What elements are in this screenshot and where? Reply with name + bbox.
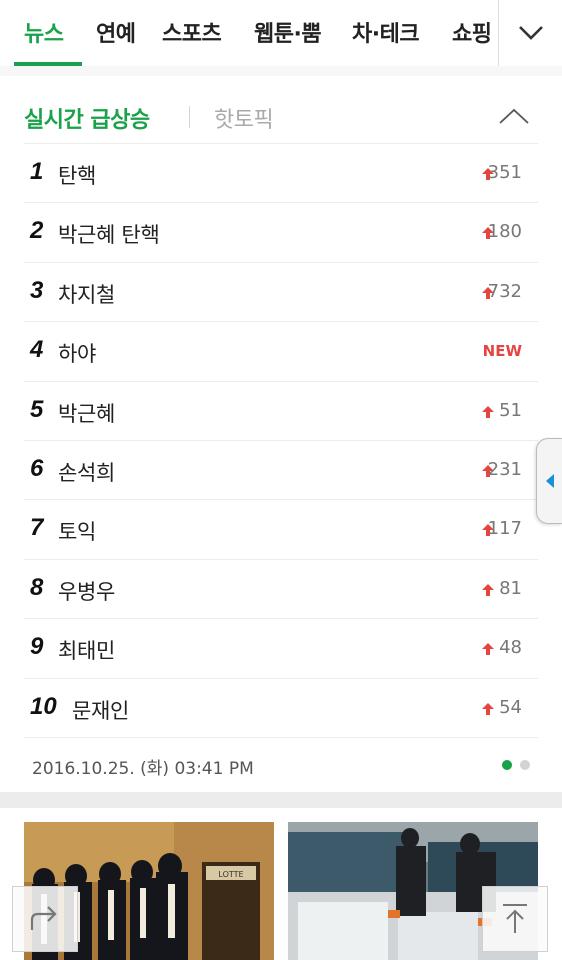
collapse-button[interactable] — [494, 98, 534, 134]
rank-keyword: 하야 — [58, 342, 97, 367]
tab-webtoon[interactable]: 웹툰·뿜 — [254, 16, 322, 48]
rank-number: 7 — [30, 514, 44, 542]
rank-keyword: 최태민 — [58, 639, 116, 664]
tab-news[interactable]: 뉴스 — [24, 16, 64, 48]
page-dot[interactable] — [520, 760, 530, 770]
tab-car-tech[interactable]: 차·테크 — [352, 16, 420, 48]
page-indicator — [502, 760, 530, 770]
list-item[interactable]: 4 하야 NEW — [24, 322, 538, 382]
rank-change-value: 117 — [487, 518, 522, 540]
updated-timestamp: 2016.10.25. (화) 03:41 PM — [32, 759, 254, 779]
tab-shopping[interactable]: 쇼핑 — [452, 16, 492, 48]
rank-change-value: 351 — [487, 162, 522, 183]
rank-keyword: 문재인 — [72, 698, 130, 723]
tab-entertainment[interactable]: 연예 — [96, 16, 136, 48]
arrow-left-icon — [545, 474, 554, 488]
trending-section-tabs: 실시간 급상승 핫토픽 — [24, 96, 538, 144]
trending-keyword-list: 1 탄핵 351 2 박근혜 탄핵 180 3 차지철 732 4 하야 NEW… — [24, 144, 538, 738]
chevron-down-icon — [518, 26, 543, 40]
expand-menu-button[interactable] — [498, 0, 562, 66]
scroll-top-button[interactable] — [482, 886, 548, 952]
rank-keyword: 박근혜 탄핵 — [58, 223, 160, 248]
rank-number: 3 — [30, 276, 44, 304]
share-button[interactable] — [12, 886, 78, 952]
rank-number: 9 — [30, 633, 44, 661]
rank-number: 10 — [30, 692, 57, 720]
rank-keyword: 우병우 — [58, 579, 116, 604]
rank-change-value: 180 — [487, 221, 522, 243]
rank-keyword: 탄핵 — [58, 164, 97, 188]
rank-change-value: 54 — [499, 696, 522, 718]
list-item[interactable]: 5 박근혜 51 — [24, 382, 538, 441]
list-item[interactable]: 6 손석희 231 — [24, 441, 538, 501]
podium-sign-text: LOTTE — [218, 870, 243, 879]
rank-change-value: 732 — [487, 280, 522, 302]
category-tabs: 뉴스 연예 스포츠 웹툰·뿜 차·테크 쇼핑 — [0, 0, 500, 66]
tab-realtime-rising[interactable]: 실시간 급상승 — [24, 102, 150, 134]
rank-keyword: 토익 — [58, 520, 97, 545]
scroll-top-icon — [503, 904, 527, 933]
rank-change-value: 51 — [499, 399, 522, 421]
top-nav-bar: 뉴스 연예 스포츠 웹툰·뿜 차·테크 쇼핑 — [0, 0, 562, 68]
trending-keywords-card: 실시간 급상승 핫토픽 1 탄핵 351 2 박근혜 탄핵 180 3 차지철 … — [0, 76, 562, 792]
list-item[interactable]: 9 최태민 48 — [24, 619, 538, 679]
share-icon — [30, 906, 57, 930]
rank-number: 8 — [30, 573, 44, 601]
side-drawer-handle[interactable] — [536, 438, 562, 524]
rank-keyword: 손석희 — [58, 460, 116, 485]
section-divider — [0, 792, 562, 808]
rank-change-value: 81 — [499, 577, 522, 599]
tab-hot-topic[interactable]: 핫토픽 — [214, 102, 274, 134]
tab-divider — [189, 106, 190, 128]
nav-shadow-strip — [0, 66, 562, 76]
list-item[interactable]: 1 탄핵 351 — [24, 144, 538, 204]
rank-change-value: 231 — [487, 458, 522, 480]
new-badge: NEW — [482, 342, 522, 361]
rank-number: 6 — [30, 454, 44, 482]
rank-number: 1 — [30, 158, 44, 185]
page-dot-active[interactable] — [502, 760, 512, 770]
rank-number: 2 — [30, 217, 44, 245]
chevron-up-icon — [499, 108, 529, 124]
rank-keyword: 차지철 — [58, 282, 116, 307]
list-item[interactable]: 7 토익 117 — [24, 500, 538, 560]
list-item[interactable]: 8 우병우 81 — [24, 560, 538, 620]
rank-number: 4 — [30, 336, 44, 364]
rank-number: 5 — [30, 395, 44, 423]
tab-sports[interactable]: 스포츠 — [162, 16, 222, 48]
rank-change-value: 48 — [499, 637, 522, 659]
rank-keyword: 박근혜 — [58, 401, 116, 426]
list-item[interactable]: 3 차지철 732 — [24, 263, 538, 323]
list-item[interactable]: 2 박근혜 탄핵 180 — [24, 203, 538, 263]
list-item[interactable]: 10 문재인 54 — [24, 679, 538, 738]
